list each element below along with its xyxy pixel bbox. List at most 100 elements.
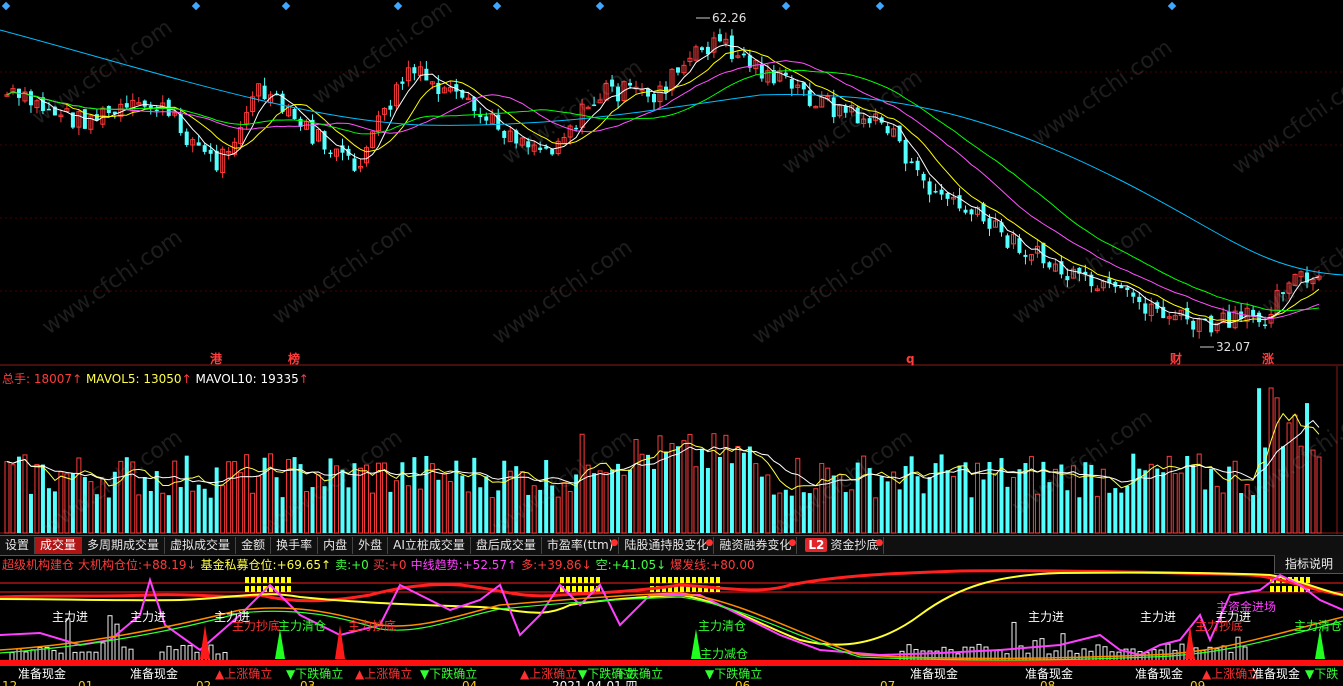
mavol10-line <box>6 419 1320 487</box>
candle-down <box>789 78 794 89</box>
candle-down <box>969 209 974 215</box>
diamond-marker-icon <box>595 1 605 11</box>
buy-zone-marker <box>698 577 702 583</box>
volume-bar-up <box>381 462 387 534</box>
candle-down <box>1281 292 1286 294</box>
volume-bar-down <box>652 468 657 533</box>
volume-bar-up <box>873 497 879 534</box>
candle-down <box>388 105 393 110</box>
volume-bar-up <box>226 461 232 534</box>
mavol5-label: MAVOL5: <box>85 372 140 386</box>
tab-11[interactable]: 陆股通持股变化 ● <box>619 537 715 554</box>
indicator-chart[interactable]: 主力进 主力进 主力进 主力进 主力进 主力进主力清仓 主力清仓 主力清仓主力减仓主力抄底 主力… <box>0 555 1343 686</box>
price-chart-panel[interactable]: 62.26 32.07 港 榜 q 财 涨 <box>0 0 1343 366</box>
volume-bar-up <box>88 481 94 534</box>
candle-down <box>987 218 992 229</box>
buy-zone-marker <box>692 577 696 583</box>
diamond-marker-icon <box>1 1 11 11</box>
buy-zone-marker <box>257 577 261 583</box>
candle-down <box>927 181 932 195</box>
volume-bar-down <box>939 454 944 533</box>
volume-bar-down <box>202 488 207 533</box>
candlestick-chart[interactable]: 62.26 32.07 港 榜 q 财 涨 <box>0 0 1343 366</box>
volume-bar-down <box>1041 461 1046 533</box>
mavol10-value: 19335 <box>260 372 299 386</box>
volume-bar-down <box>214 467 219 533</box>
candle-down <box>208 149 213 154</box>
buy-zone-marker <box>287 586 291 592</box>
indicator-value-0: 大机构仓位:+88.19↓ <box>78 558 197 572</box>
tab-8[interactable]: AI立桩成交量 <box>388 537 471 554</box>
bottom-fishing-label: 主力抄底 <box>1195 618 1243 633</box>
buy-zone-marker <box>560 577 564 583</box>
volume-bar-up <box>1286 422 1292 534</box>
volume-bar-down <box>771 494 776 533</box>
tab-6[interactable]: 内盘 <box>318 537 354 554</box>
volume-bar-up <box>1094 495 1100 534</box>
buy-zone-marker <box>263 577 267 583</box>
volume-bar-chart[interactable] <box>0 366 1343 534</box>
volume-bar-up <box>76 457 82 534</box>
event-marker: 涨 <box>1262 351 1274 366</box>
volume-bar-up <box>1178 472 1184 534</box>
clear-position-label: 主力减仓 <box>700 647 748 661</box>
signal-column <box>121 646 127 663</box>
volume-bar-down <box>1047 482 1052 533</box>
volume-bar-up <box>172 460 178 534</box>
tab-0[interactable]: 设置 <box>0 537 36 554</box>
candle-down <box>1137 296 1142 303</box>
volume-bar-down <box>1119 492 1124 533</box>
tab-label: 多周期成交量 <box>87 538 160 552</box>
volume-bar-down <box>747 446 752 533</box>
tab-10[interactable]: 市盈率(ttm) ● <box>542 537 620 554</box>
volume-bar-up <box>603 472 609 534</box>
candle-down <box>652 93 657 103</box>
date-axis-label: 08 <box>1040 679 1055 686</box>
tab-13[interactable]: L2 资金抄底 ● <box>797 537 885 554</box>
trend-signal-label: ▲上涨确立 <box>355 666 412 681</box>
tab-12[interactable]: 融资融券变化 ● <box>714 537 798 554</box>
tab-3[interactable]: 虚拟成交量 <box>165 537 237 554</box>
tab-2[interactable]: 多周期成交量 <box>82 537 166 554</box>
volume-bar-up <box>1244 483 1250 534</box>
volume-bar-down <box>783 489 788 533</box>
volume-bar-up <box>250 492 256 534</box>
up-arrow-icon: ↑ <box>72 372 83 386</box>
candle-down <box>933 191 938 193</box>
volume-bar-down <box>1305 403 1310 533</box>
volume-bar-down <box>94 494 99 533</box>
l2-badge: L2 <box>805 538 828 552</box>
candle-down <box>1017 238 1022 253</box>
volume-bar-down <box>921 493 926 533</box>
tab-9[interactable]: 盘后成交量 <box>471 537 542 554</box>
candle-down <box>1065 276 1070 281</box>
low-price-label: 32.07 <box>1216 340 1250 354</box>
volume-bar-down <box>436 479 441 533</box>
buy-zone-marker <box>656 577 660 583</box>
indicator-help-button[interactable]: 指标说明 <box>1273 555 1343 574</box>
volume-bar-down <box>322 486 327 533</box>
volume-bar-down <box>340 469 345 533</box>
buy-zone-marker <box>1306 577 1310 583</box>
volume-bar-down <box>460 475 465 533</box>
candle-down <box>909 161 914 163</box>
volume-bar-down <box>310 487 315 533</box>
volume-panel[interactable] <box>0 366 1343 534</box>
tab-7[interactable]: 外盘 <box>353 537 389 554</box>
volume-bar-up <box>417 488 423 534</box>
tab-label: 金额 <box>241 538 266 552</box>
tab-1[interactable]: 成交量 <box>35 537 83 554</box>
indicator-panel[interactable]: 主力进 主力进 主力进 主力进 主力进 主力进 主力清仓 主力清仓 主力清仓 主力减仓 主力抄底 主力… <box>0 555 1343 686</box>
volume-bar-up <box>693 466 699 534</box>
signal-column <box>1102 646 1108 663</box>
tab-5[interactable]: 换手率 <box>271 537 319 554</box>
volume-bar-up <box>34 464 40 534</box>
volume-bar-up <box>136 494 142 534</box>
volume-bar-up <box>268 453 274 534</box>
tab-4[interactable]: 金额 <box>236 537 272 554</box>
candle-down <box>1251 309 1256 317</box>
buy-zone-marker <box>1282 586 1286 592</box>
trend-signal-label: 准备现金 <box>910 666 958 681</box>
diamond-marker-icon <box>875 1 885 11</box>
volume-bar-up <box>825 467 831 534</box>
